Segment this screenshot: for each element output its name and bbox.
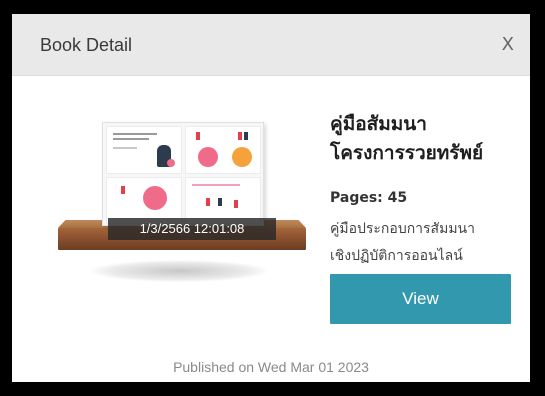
cover-text-line [113,147,137,149]
published-date: Published on Wed Mar 01 2023 [173,359,369,375]
book-shelf-display: 1/3/2566 12:01:08 [56,100,306,290]
cover-text-line [192,184,240,186]
modal-title: Book Detail [40,35,133,55]
view-button[interactable]: View [330,274,511,324]
cover-slide [185,126,261,174]
person-icon [238,132,242,140]
person-icon [196,132,200,140]
person-icon [206,198,210,206]
page-count: Pages: 45 [330,190,408,206]
orange-circle-icon [232,147,252,167]
pink-dot-icon [167,159,175,167]
person-icon [218,198,222,206]
cover-slide [185,177,261,224]
book-description: คู่มือประกอบการสัมมนา เชิงปฏิบัติการออนไ… [330,216,526,270]
book-title-line: โครงการรวยทรัพย์ [330,142,484,164]
cover-text-line [113,138,149,140]
person-icon [244,132,248,140]
shelf-shadow [90,260,268,282]
description-line: เชิงปฏิบัติการออนไลน์ [330,248,463,264]
upload-timestamp: 1/3/2566 12:01:08 [108,218,276,240]
cover-slide [106,177,182,224]
cover-text-line [113,133,157,135]
modal-header: Book Detail X [12,14,530,76]
book-detail-modal: Book Detail X 1/3/2566 12:01:08 คู่มือสั… [12,14,530,382]
cover-slide [106,126,182,174]
description-line: คู่มือประกอบการสัมมนา [330,221,475,237]
person-icon [121,186,125,194]
close-button[interactable]: X [502,36,514,54]
person-icon [234,200,238,208]
target-circle-icon [198,147,218,167]
book-title: คู่มือสัมมนา โครงการรวยทรัพย์ [330,110,530,168]
book-title-line: คู่มือสัมมนา [330,113,427,135]
target-circle-icon [143,186,167,210]
book-cover-thumbnail[interactable] [102,122,264,226]
